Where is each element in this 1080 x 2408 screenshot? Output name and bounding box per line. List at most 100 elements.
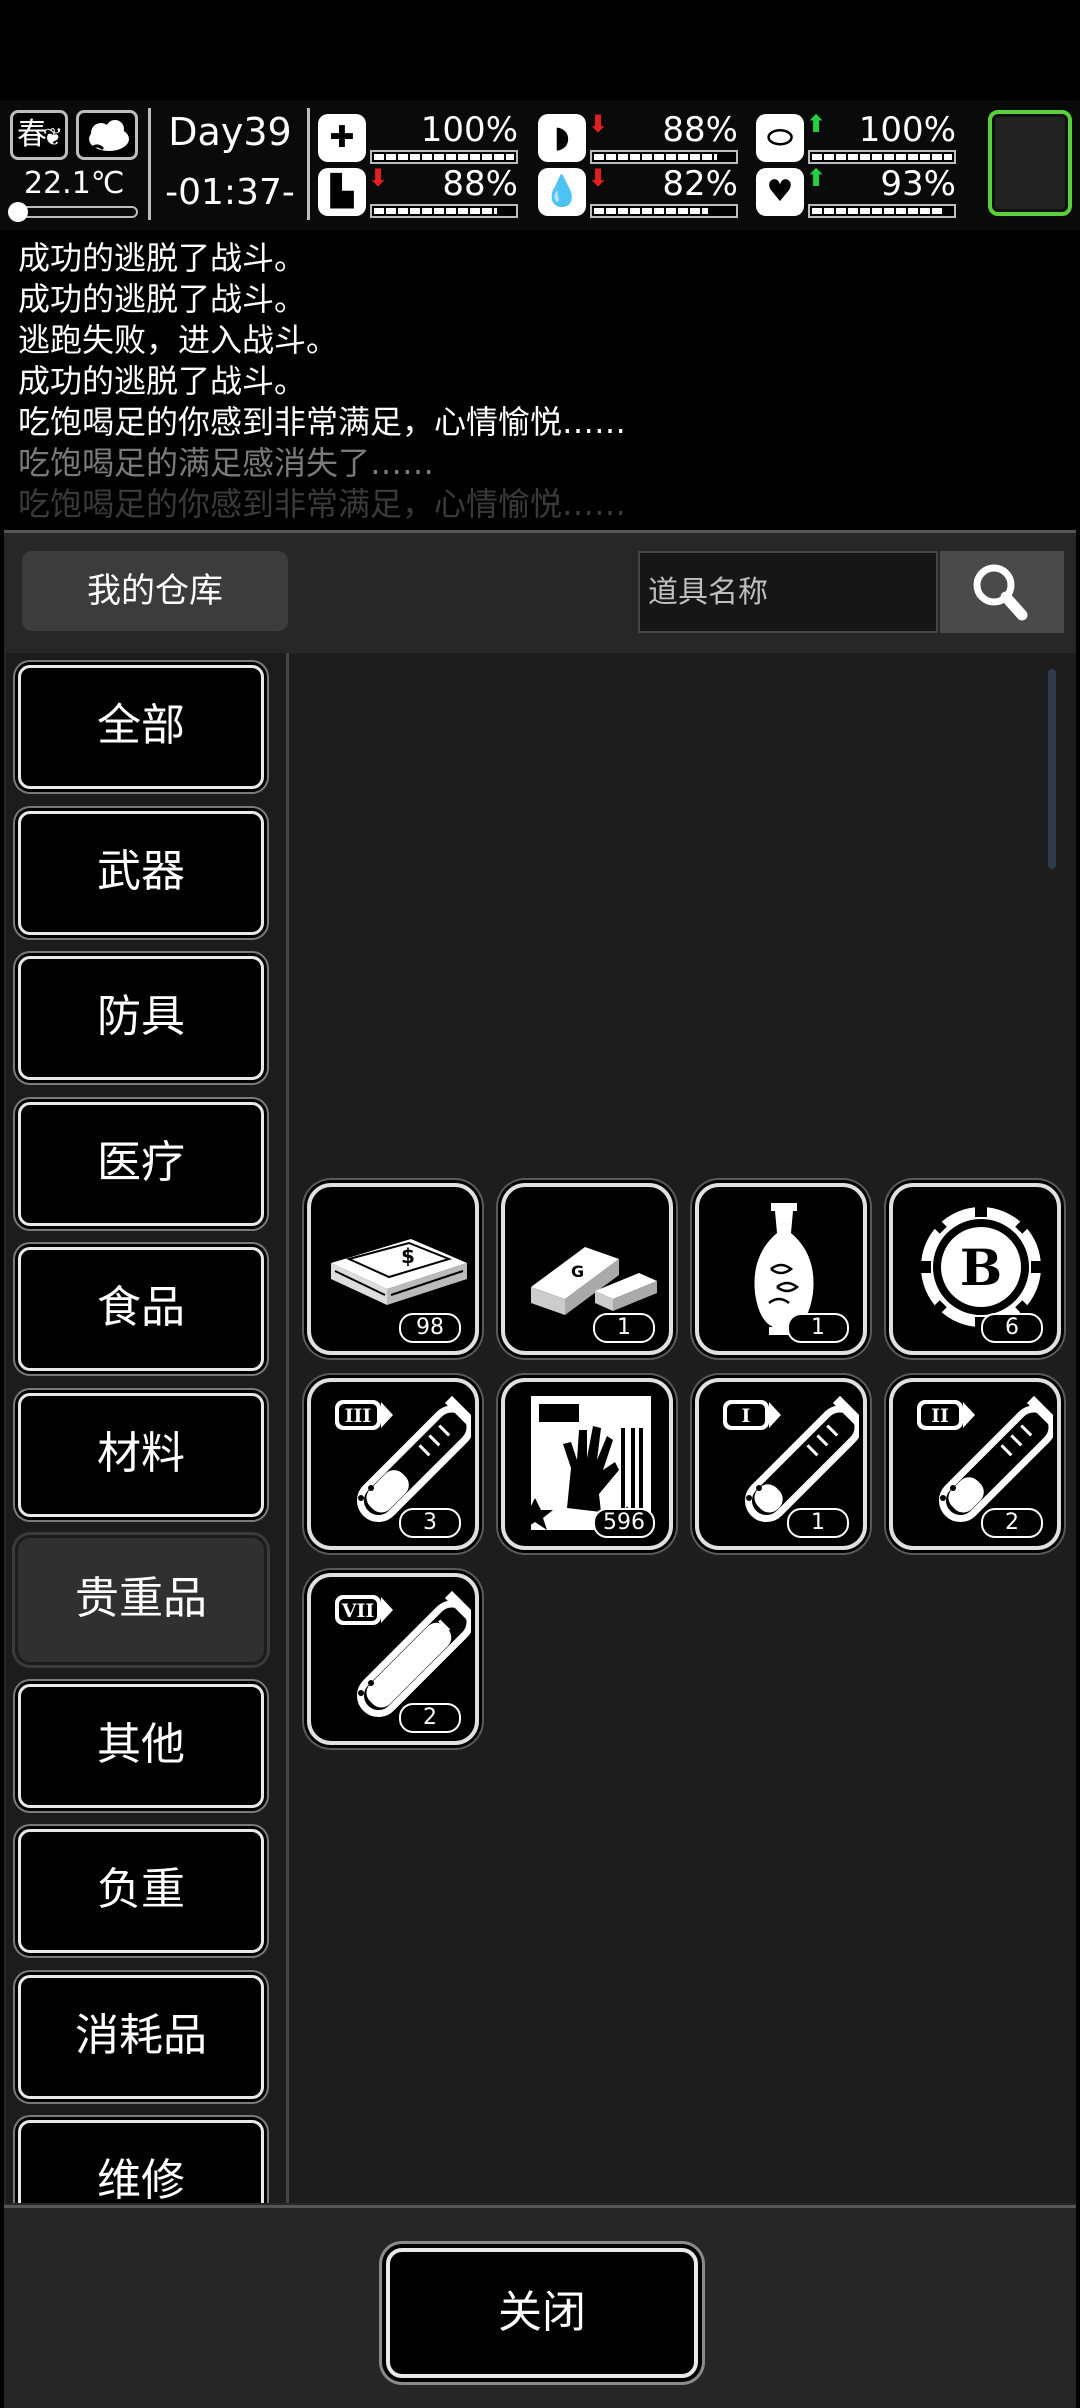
stat-value: 88% — [442, 164, 518, 204]
category-tab[interactable]: 武器 — [18, 810, 264, 935]
category-tab[interactable]: 贵重品 — [18, 1538, 264, 1662]
arrow-down-icon: ⬇ — [588, 164, 609, 192]
svg-text:II: II — [931, 1405, 949, 1427]
item-slot[interactable]: I1 — [695, 1378, 867, 1550]
stat-medkit: ✚ 100% — [318, 110, 518, 164]
category-list: 全部武器防具医疗食品材料贵重品其他负重消耗品维修 — [6, 653, 286, 2203]
panel-footer: 关闭 — [4, 2205, 1076, 2408]
close-button[interactable]: 关闭 — [386, 2248, 698, 2378]
stat-value: 100% — [420, 110, 518, 150]
svg-text:I: I — [742, 1405, 751, 1427]
stat-heart: ♥ ⬆ 93% — [756, 164, 956, 218]
stat-bar-fill — [594, 208, 709, 214]
leaf-icon: ❦ — [42, 123, 63, 151]
item-slot[interactable]: G1 — [501, 1183, 673, 1355]
stat-stomach: ◗ ⬇ 88% — [538, 110, 738, 164]
stat-pill: ⬭ ⬆ 100% — [756, 110, 956, 164]
item-count: 1 — [787, 1313, 849, 1343]
item-slot[interactable]: B6 — [889, 1183, 1061, 1355]
item-count: 2 — [399, 1703, 461, 1733]
item-count: 596 — [593, 1508, 655, 1538]
stat-bar — [808, 204, 956, 218]
log-line: 成功的逃脱了战斗。 — [18, 239, 307, 277]
message-log: 成功的逃脱了战斗。 成功的逃脱了战斗。 逃跑失败，进入战斗。 成功的逃脱了战斗。 吃饱喝… — [0, 238, 1080, 520]
svg-text:III: III — [345, 1405, 372, 1427]
search-button[interactable] — [940, 551, 1064, 633]
item-count: 6 — [981, 1313, 1043, 1343]
boot-icon: ▙ — [318, 168, 366, 216]
arrow-down-icon: ⬇ — [588, 110, 609, 138]
item-slot[interactable]: $98 — [307, 1183, 479, 1355]
item-slot[interactable]: III 3 — [307, 1378, 479, 1550]
svg-text:G: G — [571, 1262, 584, 1281]
arrow-up-icon: ⬆ — [806, 110, 827, 138]
temperature-gauge: 22.1℃ — [8, 166, 138, 222]
svg-text:$: $ — [401, 1244, 415, 1268]
status-hud: 春 ❦ 22.1℃ Day39 -01:37- ✚ 100% ◗ ⬇ 88% ⬭ ⬆ 100%… — [0, 100, 1080, 230]
stat-boot: ▙ ⬇ 88% — [318, 164, 518, 218]
stat-bar — [808, 150, 956, 164]
arrow-down-icon: ⬇ — [368, 164, 389, 192]
heart-icon: ♥ — [756, 168, 804, 216]
item-search-input[interactable] — [638, 551, 938, 633]
minimap-button[interactable] — [988, 110, 1072, 216]
grid-scrollbar[interactable] — [1048, 669, 1056, 869]
log-line: 逃跑失败，进入战斗。 — [18, 321, 339, 359]
item-count: 98 — [399, 1313, 461, 1343]
item-slot[interactable]: II 2 — [889, 1378, 1061, 1550]
day-counter: Day39 — [168, 110, 292, 154]
stat-water-drop: 💧 ⬇ 82% — [538, 164, 738, 218]
stat-bar-fill — [594, 154, 717, 160]
item-slot[interactable]: 596 — [501, 1378, 673, 1550]
category-tab[interactable]: 防具 — [18, 956, 264, 1080]
log-line: 成功的逃脱了战斗。 — [18, 362, 307, 400]
warehouse-panel: 我的仓库 全部武器防具医疗食品材料贵重品其他负重消耗品维修 $98G11B6II… — [4, 530, 1076, 2408]
svg-text:VII: VII — [341, 1600, 375, 1622]
item-count: 3 — [399, 1508, 461, 1538]
log-line: 吃饱喝足的你感到非常满足，心情愉悦…… — [18, 403, 627, 441]
item-count: 1 — [593, 1313, 655, 1343]
stat-bar-fill — [374, 154, 514, 160]
hud-divider — [307, 108, 310, 220]
stat-bar — [370, 150, 518, 164]
item-count: 1 — [787, 1508, 849, 1538]
stat-bar — [370, 204, 518, 218]
stat-value: 93% — [880, 164, 956, 204]
svg-text:B: B — [960, 1238, 1002, 1297]
item-slot[interactable]: VII 2 — [307, 1573, 479, 1745]
weather-badge — [76, 110, 138, 160]
stat-bar — [590, 204, 738, 218]
stat-value: 100% — [858, 110, 956, 150]
log-line: 吃饱喝足的你感到非常满足，心情愉悦…… — [18, 485, 627, 520]
medkit-icon: ✚ — [318, 114, 366, 162]
category-tab[interactable]: 消耗品 — [18, 1974, 264, 2099]
category-tab[interactable]: 材料 — [18, 1392, 264, 1517]
water-drop-icon: 💧 — [538, 168, 586, 216]
log-line: 吃饱喝足的满足感消失了…… — [18, 444, 435, 482]
log-line: 成功的逃脱了战斗。 — [18, 280, 307, 318]
stat-bar-fill — [812, 154, 952, 160]
stat-bar-fill — [374, 208, 497, 214]
item-search — [638, 551, 1064, 633]
category-tab[interactable]: 其他 — [18, 1683, 264, 1808]
thermometer-bar — [8, 202, 138, 222]
thermometer-fill — [18, 210, 26, 214]
clock: -01:37- — [165, 172, 295, 213]
pill-icon: ⬭ — [756, 114, 804, 162]
category-tab[interactable]: 负重 — [18, 1829, 264, 1953]
warehouse-title: 我的仓库 — [22, 551, 288, 631]
category-tab[interactable]: 食品 — [18, 1247, 264, 1371]
category-tab[interactable]: 全部 — [18, 665, 264, 789]
category-tab[interactable]: 医疗 — [18, 1101, 264, 1226]
stat-value: 88% — [662, 110, 738, 150]
stat-value: 82% — [662, 164, 738, 204]
stomach-icon: ◗ — [538, 114, 586, 162]
cloudy-weather-icon — [89, 120, 129, 151]
hud-divider — [148, 108, 151, 220]
search-icon — [973, 564, 1028, 621]
category-tab[interactable]: 维修 — [18, 2120, 264, 2203]
stat-bar-fill — [812, 208, 942, 214]
stat-bar — [590, 150, 738, 164]
item-slot[interactable]: 1 — [695, 1183, 867, 1355]
item-count: 2 — [981, 1508, 1043, 1538]
